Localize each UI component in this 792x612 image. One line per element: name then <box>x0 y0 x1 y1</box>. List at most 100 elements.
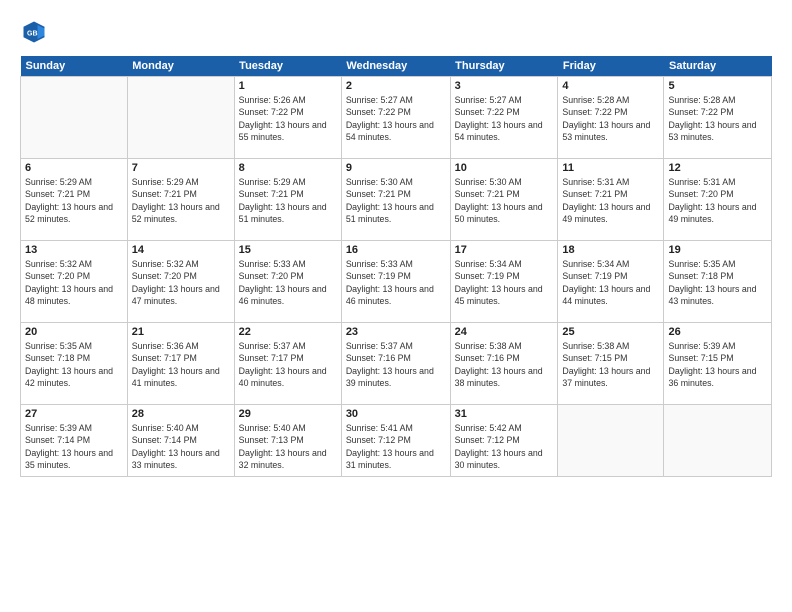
day-info: Sunrise: 5:27 AM Sunset: 7:22 PM Dayligh… <box>346 94 446 143</box>
day-number: 23 <box>346 326 446 338</box>
day-info: Sunrise: 5:33 AM Sunset: 7:19 PM Dayligh… <box>346 258 446 307</box>
day-info: Sunrise: 5:34 AM Sunset: 7:19 PM Dayligh… <box>455 258 554 307</box>
day-number: 1 <box>239 80 337 92</box>
calendar-week-row: 13 Sunrise: 5:32 AM Sunset: 7:20 PM Dayli… <box>21 241 772 323</box>
weekday-header-sunday: Sunday <box>21 56 128 77</box>
day-info: Sunrise: 5:35 AM Sunset: 7:18 PM Dayligh… <box>25 340 123 389</box>
weekday-header-monday: Monday <box>127 56 234 77</box>
day-number: 16 <box>346 244 446 256</box>
calendar-cell: 26 Sunrise: 5:39 AM Sunset: 7:15 PM Dayli… <box>664 323 772 405</box>
day-number: 13 <box>25 244 123 256</box>
day-number: 12 <box>668 162 767 174</box>
calendar-cell: 6 Sunrise: 5:29 AM Sunset: 7:21 PM Daylig… <box>21 159 128 241</box>
calendar-cell: 24 Sunrise: 5:38 AM Sunset: 7:16 PM Dayli… <box>450 323 558 405</box>
calendar-cell: 5 Sunrise: 5:28 AM Sunset: 7:22 PM Daylig… <box>664 77 772 159</box>
weekday-header-thursday: Thursday <box>450 56 558 77</box>
day-info: Sunrise: 5:40 AM Sunset: 7:14 PM Dayligh… <box>132 422 230 471</box>
calendar-cell: 20 Sunrise: 5:35 AM Sunset: 7:18 PM Dayli… <box>21 323 128 405</box>
day-number: 14 <box>132 244 230 256</box>
day-info: Sunrise: 5:41 AM Sunset: 7:12 PM Dayligh… <box>346 422 446 471</box>
day-info: Sunrise: 5:40 AM Sunset: 7:13 PM Dayligh… <box>239 422 337 471</box>
day-number: 30 <box>346 408 446 420</box>
calendar-cell: 4 Sunrise: 5:28 AM Sunset: 7:22 PM Daylig… <box>558 77 664 159</box>
day-number: 29 <box>239 408 337 420</box>
day-info: Sunrise: 5:39 AM Sunset: 7:15 PM Dayligh… <box>668 340 767 389</box>
day-number: 18 <box>562 244 659 256</box>
day-info: Sunrise: 5:29 AM Sunset: 7:21 PM Dayligh… <box>25 176 123 225</box>
day-info: Sunrise: 5:33 AM Sunset: 7:20 PM Dayligh… <box>239 258 337 307</box>
day-info: Sunrise: 5:32 AM Sunset: 7:20 PM Dayligh… <box>25 258 123 307</box>
day-number: 20 <box>25 326 123 338</box>
day-info: Sunrise: 5:39 AM Sunset: 7:14 PM Dayligh… <box>25 422 123 471</box>
calendar-week-row: 27 Sunrise: 5:39 AM Sunset: 7:14 PM Dayli… <box>21 405 772 477</box>
day-info: Sunrise: 5:37 AM Sunset: 7:17 PM Dayligh… <box>239 340 337 389</box>
logo: GB <box>20 18 52 46</box>
calendar-week-row: 20 Sunrise: 5:35 AM Sunset: 7:18 PM Dayli… <box>21 323 772 405</box>
calendar-cell: 1Sunrise: 5:26 AM Sunset: 7:22 PM Daylig… <box>234 77 341 159</box>
day-info: Sunrise: 5:38 AM Sunset: 7:16 PM Dayligh… <box>455 340 554 389</box>
calendar-cell: 22Sunrise: 5:37 AM Sunset: 7:17 PM Dayli… <box>234 323 341 405</box>
day-number: 27 <box>25 408 123 420</box>
day-info: Sunrise: 5:30 AM Sunset: 7:21 PM Dayligh… <box>346 176 446 225</box>
calendar-cell: 23Sunrise: 5:37 AM Sunset: 7:16 PM Dayli… <box>341 323 450 405</box>
header: GB <box>20 18 772 46</box>
day-number: 15 <box>239 244 337 256</box>
calendar-cell: 9 Sunrise: 5:30 AM Sunset: 7:21 PM Daylig… <box>341 159 450 241</box>
day-number: 8 <box>239 162 337 174</box>
calendar-cell: 27 Sunrise: 5:39 AM Sunset: 7:14 PM Dayli… <box>21 405 128 477</box>
day-number: 3 <box>455 80 554 92</box>
logo-icon: GB <box>20 18 48 46</box>
day-number: 9 <box>346 162 446 174</box>
calendar-cell: 19 Sunrise: 5:35 AM Sunset: 7:18 PM Dayli… <box>664 241 772 323</box>
calendar-cell: 28 Sunrise: 5:40 AM Sunset: 7:14 PM Dayli… <box>127 405 234 477</box>
calendar-cell: 29 Sunrise: 5:40 AM Sunset: 7:13 PM Dayli… <box>234 405 341 477</box>
day-number: 11 <box>562 162 659 174</box>
weekday-header-row: SundayMondayTuesdayWednesdayThursdayFrid… <box>21 56 772 77</box>
day-info: Sunrise: 5:42 AM Sunset: 7:12 PM Dayligh… <box>455 422 554 471</box>
day-info: Sunrise: 5:31 AM Sunset: 7:20 PM Dayligh… <box>668 176 767 225</box>
day-number: 4 <box>562 80 659 92</box>
day-info: Sunrise: 5:38 AM Sunset: 7:15 PM Dayligh… <box>562 340 659 389</box>
day-info: Sunrise: 5:36 AM Sunset: 7:17 PM Dayligh… <box>132 340 230 389</box>
calendar-week-row: 1Sunrise: 5:26 AM Sunset: 7:22 PM Daylig… <box>21 77 772 159</box>
weekday-header-friday: Friday <box>558 56 664 77</box>
day-number: 7 <box>132 162 230 174</box>
weekday-header-tuesday: Tuesday <box>234 56 341 77</box>
day-number: 10 <box>455 162 554 174</box>
page: GB SundayMondayTuesdayWednesdayThursdayF… <box>0 0 792 612</box>
weekday-header-saturday: Saturday <box>664 56 772 77</box>
day-info: Sunrise: 5:29 AM Sunset: 7:21 PM Dayligh… <box>132 176 230 225</box>
day-number: 25 <box>562 326 659 338</box>
day-number: 6 <box>25 162 123 174</box>
calendar-cell: 3 Sunrise: 5:27 AM Sunset: 7:22 PM Daylig… <box>450 77 558 159</box>
day-number: 28 <box>132 408 230 420</box>
day-number: 26 <box>668 326 767 338</box>
day-info: Sunrise: 5:34 AM Sunset: 7:19 PM Dayligh… <box>562 258 659 307</box>
calendar-cell: 25 Sunrise: 5:38 AM Sunset: 7:15 PM Dayli… <box>558 323 664 405</box>
calendar-cell: 15 Sunrise: 5:33 AM Sunset: 7:20 PM Dayli… <box>234 241 341 323</box>
calendar-cell: 14Sunrise: 5:32 AM Sunset: 7:20 PM Dayli… <box>127 241 234 323</box>
day-info: Sunrise: 5:27 AM Sunset: 7:22 PM Dayligh… <box>455 94 554 143</box>
day-info: Sunrise: 5:31 AM Sunset: 7:21 PM Dayligh… <box>562 176 659 225</box>
day-info: Sunrise: 5:29 AM Sunset: 7:21 PM Dayligh… <box>239 176 337 225</box>
svg-text:GB: GB <box>27 31 38 38</box>
calendar-cell <box>664 405 772 477</box>
day-number: 17 <box>455 244 554 256</box>
calendar-cell: 10 Sunrise: 5:30 AM Sunset: 7:21 PM Dayli… <box>450 159 558 241</box>
calendar-cell: 18 Sunrise: 5:34 AM Sunset: 7:19 PM Dayli… <box>558 241 664 323</box>
day-number: 21 <box>132 326 230 338</box>
day-number: 24 <box>455 326 554 338</box>
day-info: Sunrise: 5:28 AM Sunset: 7:22 PM Dayligh… <box>562 94 659 143</box>
calendar-cell: 12 Sunrise: 5:31 AM Sunset: 7:20 PM Dayli… <box>664 159 772 241</box>
day-info: Sunrise: 5:30 AM Sunset: 7:21 PM Dayligh… <box>455 176 554 225</box>
calendar-cell: 2Sunrise: 5:27 AM Sunset: 7:22 PM Daylig… <box>341 77 450 159</box>
day-number: 5 <box>668 80 767 92</box>
day-info: Sunrise: 5:28 AM Sunset: 7:22 PM Dayligh… <box>668 94 767 143</box>
calendar-cell <box>127 77 234 159</box>
day-number: 19 <box>668 244 767 256</box>
calendar-cell: 31Sunrise: 5:42 AM Sunset: 7:12 PM Dayli… <box>450 405 558 477</box>
calendar-cell: 8 Sunrise: 5:29 AM Sunset: 7:21 PM Daylig… <box>234 159 341 241</box>
calendar-cell <box>558 405 664 477</box>
calendar-cell: 30 Sunrise: 5:41 AM Sunset: 7:12 PM Dayli… <box>341 405 450 477</box>
day-info: Sunrise: 5:35 AM Sunset: 7:18 PM Dayligh… <box>668 258 767 307</box>
